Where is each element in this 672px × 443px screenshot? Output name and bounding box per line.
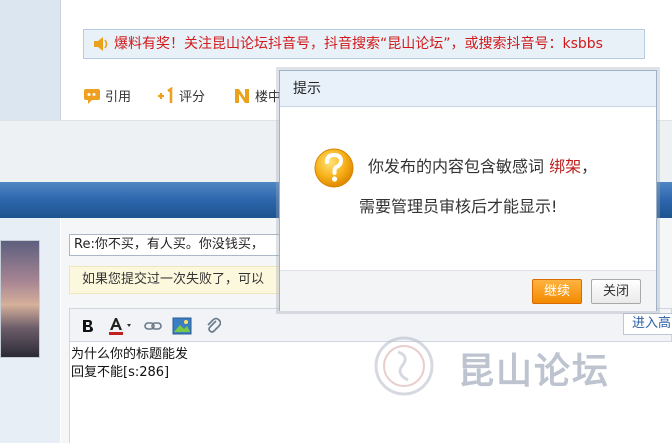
floor-button[interactable]: 楼中 (233, 86, 281, 105)
dialog-message-line2: 需要管理员审核后才能显示! (359, 197, 558, 216)
dialog-message-suffix: ， (581, 157, 598, 176)
quote-icon (84, 88, 100, 104)
link-button[interactable] (144, 316, 162, 336)
question-icon (314, 148, 354, 188)
submit-fail-tip-text: 如果您提交过一次失败了，可以 (82, 272, 265, 287)
dialog-message-prefix: 你发布的内容包含敏感词 (368, 157, 545, 176)
bold-button[interactable] (80, 316, 96, 336)
continue-button[interactable]: 继续 (532, 279, 582, 304)
editor-toolbar (69, 308, 672, 342)
quote-label: 引用 (105, 90, 132, 105)
speaker-icon (94, 37, 108, 51)
author-sidebar (0, 0, 61, 120)
link-icon (144, 322, 162, 330)
font-color-button[interactable] (106, 316, 136, 336)
n-icon (235, 88, 249, 103)
rate-button[interactable]: 评分 (157, 86, 205, 105)
content-line: 为什么你的标题能发 (71, 347, 189, 362)
avatar (0, 240, 40, 358)
paperclip-icon (207, 317, 221, 333)
floor-label: 楼中 (255, 90, 282, 105)
sensitive-keyword: 绑架 (549, 157, 582, 176)
alert-dialog: 提示 你发布的内容包含敏感词 绑架， 需要管理员审核后才能显示! 继续 关闭 (279, 70, 657, 311)
close-button[interactable]: 关闭 (591, 279, 641, 304)
image-icon (172, 317, 192, 335)
content-line: 回复不能[s:286] (71, 365, 170, 380)
bold-icon (83, 320, 93, 332)
image-button[interactable] (172, 316, 192, 336)
reply-content-editor[interactable]: 为什么你的标题能发 回复不能[s:286] (69, 342, 672, 443)
quote-button[interactable]: 引用 (83, 86, 131, 105)
dialog-footer: 继续 关闭 (280, 270, 656, 311)
promo-notice[interactable]: 爆料有奖！关注昆山论坛抖音号，抖音搜索“昆山论坛”，或搜索抖音号：ksbbs (83, 29, 645, 59)
attachment-button[interactable] (204, 316, 222, 336)
advanced-mode-button[interactable]: 进入高 (623, 313, 672, 335)
font-color-icon (109, 318, 131, 335)
dialog-title: 提示 (280, 71, 656, 107)
promo-notice-text: 爆料有奖！关注昆山论坛抖音号，抖音搜索“昆山论坛”，或搜索抖音号：ksbbs (114, 36, 603, 52)
dialog-message: 你发布的内容包含敏感词 绑架， (368, 153, 597, 177)
dialog-body: 你发布的内容包含敏感词 绑架， 需要管理员审核后才能显示! (280, 107, 656, 270)
plus-one-icon (158, 86, 173, 103)
rate-label: 评分 (179, 90, 206, 105)
